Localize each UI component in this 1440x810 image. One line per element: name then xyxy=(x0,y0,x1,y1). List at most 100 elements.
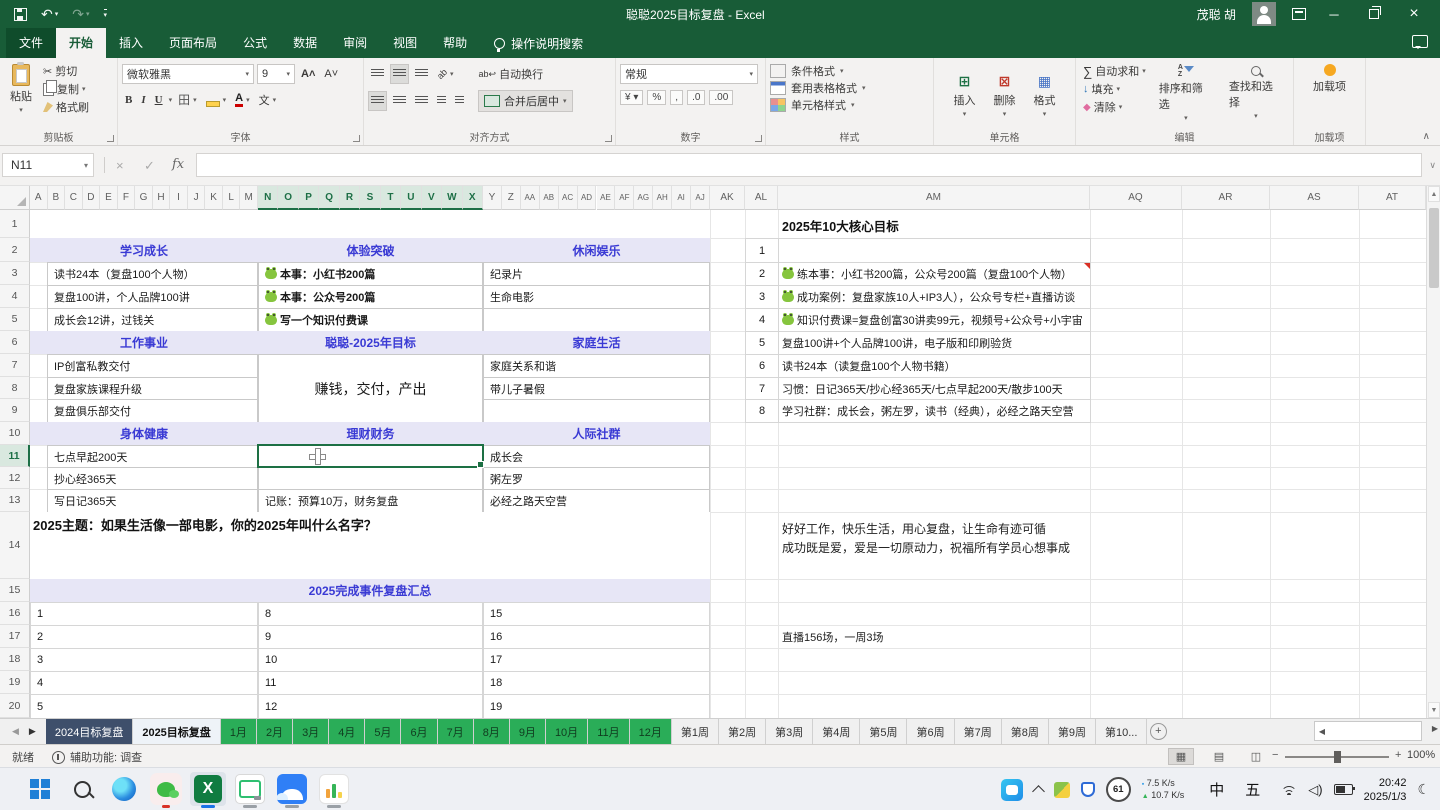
column-header-A[interactable]: A xyxy=(30,186,48,210)
close-button[interactable]: × xyxy=(1402,5,1426,23)
sheet-tab-14[interactable]: 第1周 xyxy=(672,719,719,744)
format-as-table-button[interactable]: 套用表格格式▾ xyxy=(770,80,929,96)
find-select-button[interactable]: 查找和选择▾ xyxy=(1223,62,1289,124)
column-header-AR[interactable]: AR xyxy=(1182,186,1270,210)
column-header-N[interactable]: N xyxy=(258,186,278,210)
decrease-decimal-button[interactable]: .00 xyxy=(709,90,733,105)
core-goal-cell[interactable]: 学习社群：成长会，粥左罗，读书（经典），必经之路天空营 xyxy=(778,399,1091,423)
sheet-tab-15[interactable]: 第2周 xyxy=(719,719,766,744)
sheet-tab-23[interactable]: 第10... xyxy=(1096,719,1147,744)
column-header-AA[interactable]: AA xyxy=(521,186,540,210)
goal-cell[interactable]: 纪录片 xyxy=(483,262,710,286)
scroll-right-icon[interactable]: ▶ xyxy=(1432,724,1438,733)
increase-indent-button[interactable] xyxy=(452,91,467,111)
summary-cell[interactable]: 2 xyxy=(30,625,258,649)
sheet-tab-21[interactable]: 第8周 xyxy=(1002,719,1049,744)
goal-cell[interactable]: 必经之路天空营 xyxy=(483,489,710,513)
column-header-K[interactable]: K xyxy=(205,186,223,210)
column-header-L[interactable]: L xyxy=(223,186,241,210)
number-dialog-launcher-icon[interactable] xyxy=(755,135,762,142)
page-layout-view-button[interactable]: ▤ xyxy=(1206,748,1232,765)
zoom-out-icon[interactable]: − xyxy=(1272,749,1278,761)
clipboard-dialog-launcher-icon[interactable] xyxy=(107,135,114,142)
summary-cell[interactable]: 8 xyxy=(258,602,483,626)
sheet-tab-12[interactable]: 11月 xyxy=(588,719,629,744)
sheet-tab-11[interactable]: 10月 xyxy=(546,719,588,744)
decrease-indent-button[interactable] xyxy=(434,91,449,111)
format-painter-button[interactable]: 格式刷 xyxy=(40,98,92,116)
conditional-formatting-button[interactable]: 条件格式▾ xyxy=(770,63,929,79)
goal-cell[interactable]: 写日记365天 xyxy=(47,489,258,513)
column-header-Z[interactable]: Z xyxy=(502,186,521,210)
battery-icon[interactable] xyxy=(1334,784,1353,795)
taskbar-search-button[interactable] xyxy=(64,772,100,806)
core-goal-cell[interactable]: 习惯：日记365天/抄心经365天/七点早起200天/散步100天 xyxy=(778,377,1091,400)
theme-cell[interactable]: 2025主题：如果生活像一部电影，你的2025年叫什么名字？ xyxy=(30,512,710,579)
summary-cell[interactable]: 17 xyxy=(483,648,710,672)
format-cells-button[interactable]: ▦格式▾ xyxy=(1028,62,1062,129)
accessibility-status[interactable]: 辅助功能: 调查 xyxy=(52,749,142,765)
core-goal-number[interactable]: 4 xyxy=(745,308,779,332)
restore-button[interactable] xyxy=(1362,7,1386,22)
align-bottom-button[interactable] xyxy=(412,64,431,84)
column-header-Y[interactable]: Y xyxy=(483,186,502,210)
goal-cell[interactable]: 生命电影 xyxy=(483,285,710,309)
zoom-level[interactable]: 100% xyxy=(1407,749,1435,761)
goal-cell[interactable] xyxy=(483,399,710,423)
font-name-select[interactable]: 微软雅黑▾ xyxy=(122,64,254,84)
ime-language-indicator[interactable]: 中 xyxy=(1209,779,1224,800)
goal-cell[interactable]: 成长会 xyxy=(483,445,710,468)
expand-formula-bar-icon[interactable]: ∨ xyxy=(1429,160,1436,171)
summary-cell[interactable]: 18 xyxy=(483,671,710,695)
italic-button[interactable]: I xyxy=(138,93,148,107)
taskbar-wechat-button[interactable] xyxy=(148,772,184,806)
column-header-O[interactable]: O xyxy=(278,186,298,210)
core-goal-cell[interactable]: 知识付费课=复盘创富30讲卖99元，视频号+公众号+小宇宙 xyxy=(778,308,1091,332)
summary-cell[interactable]: 4 xyxy=(30,671,258,695)
goal-cell[interactable]: 读书24本（复盘100个人物） xyxy=(47,262,258,286)
sheet-tab-16[interactable]: 第3周 xyxy=(766,719,813,744)
accounting-format-button[interactable]: ¥ ▾ xyxy=(620,90,643,105)
optimizer-badge[interactable]: 61 xyxy=(1106,777,1131,802)
row-header-11[interactable]: 11 xyxy=(0,445,30,467)
sheet-tab-9[interactable]: 8月 xyxy=(474,719,510,744)
goal-cell[interactable]: 记账：预算10万，财务复盘 xyxy=(258,489,483,513)
row-header-8[interactable]: 8 xyxy=(0,377,30,399)
wrap-text-button[interactable]: ab↩自动换行 xyxy=(476,65,547,83)
column-header-AQ[interactable]: AQ xyxy=(1090,186,1182,210)
fill-handle[interactable] xyxy=(477,461,484,468)
align-center-button[interactable] xyxy=(390,91,409,111)
row-header-13[interactable]: 13 xyxy=(0,489,30,512)
goal-cell[interactable]: 复盘俱乐部交付 xyxy=(47,399,258,423)
grow-font-button[interactable]: A˄ xyxy=(298,67,318,81)
column-header-AM[interactable]: AM xyxy=(778,186,1090,210)
undo-button[interactable]: ↶▾ xyxy=(41,7,58,21)
sheet-tab-22[interactable]: 第9周 xyxy=(1049,719,1096,744)
column-header-U[interactable]: U xyxy=(401,186,421,210)
core-goal-cell[interactable]: 练本事：小红书200篇，公众号200篇（复盘100个人物） xyxy=(778,262,1091,286)
select-all-corner[interactable] xyxy=(0,186,30,210)
column-header-AE[interactable]: AE xyxy=(597,186,616,210)
column-header-J[interactable]: J xyxy=(188,186,206,210)
row-header-14[interactable]: 14 xyxy=(0,512,30,579)
row-header-6[interactable]: 6 xyxy=(0,331,30,354)
paste-button[interactable]: 粘贴▾ xyxy=(4,62,38,116)
column-header-X[interactable]: X xyxy=(463,186,483,210)
menu-tab-7[interactable]: 视图 xyxy=(380,28,430,58)
sheet-tab-10[interactable]: 9月 xyxy=(510,719,546,744)
cell-styles-button[interactable]: 单元格样式▾ xyxy=(770,97,929,113)
row-header-10[interactable]: 10 xyxy=(0,422,30,445)
goal-cell[interactable]: 抄心经365天 xyxy=(47,467,258,490)
sheet-nav-right-icon[interactable]: ▶ xyxy=(29,726,36,737)
sheet-tab-17[interactable]: 第4周 xyxy=(813,719,860,744)
fill-button[interactable]: ↓填充▾ xyxy=(1080,80,1149,98)
zoom-in-icon[interactable]: + xyxy=(1395,749,1401,761)
summary-cell[interactable]: 16 xyxy=(483,625,710,649)
summary-cell[interactable]: 11 xyxy=(258,671,483,695)
number-format-select[interactable]: 常规▾ xyxy=(620,64,758,84)
name-box[interactable]: N11▾ xyxy=(2,153,94,177)
orientation-button[interactable]: ab▾ xyxy=(434,68,457,80)
column-header-AJ[interactable]: AJ xyxy=(691,186,710,210)
sheet-tab-5[interactable]: 4月 xyxy=(329,719,365,744)
font-dialog-launcher-icon[interactable] xyxy=(353,135,360,142)
